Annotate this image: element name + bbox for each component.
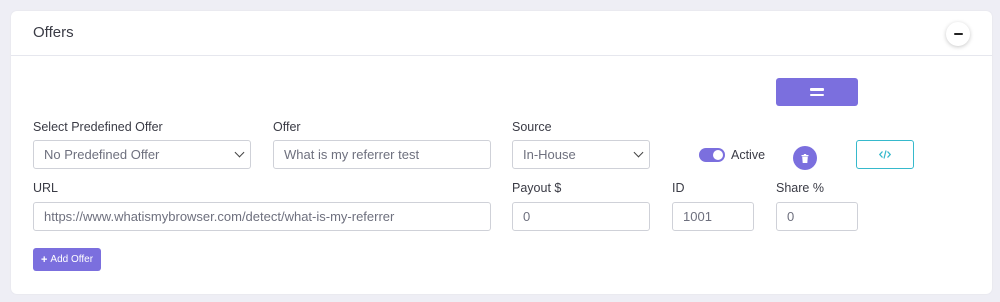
minus-icon — [953, 33, 963, 35]
url-label: URL — [33, 181, 59, 195]
active-label: Active — [731, 148, 766, 162]
code-icon — [879, 150, 891, 159]
card-header: Offers — [11, 11, 992, 56]
toggle-knob — [713, 150, 723, 160]
drag-handle-icon — [810, 88, 824, 91]
share-label: Share % — [776, 181, 824, 195]
id-value: 1001 — [683, 209, 712, 224]
id-input[interactable]: 1001 — [672, 202, 754, 231]
source-select[interactable]: In-House — [512, 140, 650, 169]
add-offer-label: Add Offer — [50, 254, 94, 265]
chevron-down-icon — [234, 147, 245, 158]
payout-input[interactable]: 0 — [512, 202, 650, 231]
offer-label: Offer — [273, 120, 301, 134]
drag-handle-button[interactable] — [776, 78, 858, 106]
card-title: Offers — [33, 24, 74, 41]
trash-icon — [801, 153, 809, 163]
predefined-offer-select[interactable]: No Predefined Offer — [33, 140, 251, 169]
payout-label: Payout $ — [512, 181, 562, 195]
add-offer-button[interactable]: + Add Offer — [33, 248, 101, 271]
url-input[interactable]: https://www.whatismybrowser.com/detect/w… — [33, 202, 491, 231]
active-toggle[interactable] — [699, 148, 725, 162]
share-value: 0 — [787, 209, 795, 224]
id-label: ID — [672, 181, 685, 195]
offers-card: Offers Select Predefined Offer Offer Sou… — [11, 11, 992, 294]
drag-handle-icon-bar — [810, 93, 824, 96]
payout-value: 0 — [523, 209, 531, 224]
chevron-down-icon — [633, 147, 644, 158]
delete-button[interactable] — [793, 146, 817, 170]
source-label: Source — [512, 120, 552, 134]
offer-value: What is my referrer test — [284, 147, 420, 162]
url-value: https://www.whatismybrowser.com/detect/w… — [44, 209, 395, 224]
code-button[interactable] — [856, 140, 914, 169]
collapse-button[interactable] — [946, 22, 970, 46]
predefined-offer-label: Select Predefined Offer — [33, 120, 163, 134]
offer-input[interactable]: What is my referrer test — [273, 140, 491, 169]
predefined-offer-value: No Predefined Offer — [44, 147, 160, 162]
share-input[interactable]: 0 — [776, 202, 858, 231]
plus-icon: + — [40, 253, 48, 266]
source-value: In-House — [523, 147, 576, 162]
